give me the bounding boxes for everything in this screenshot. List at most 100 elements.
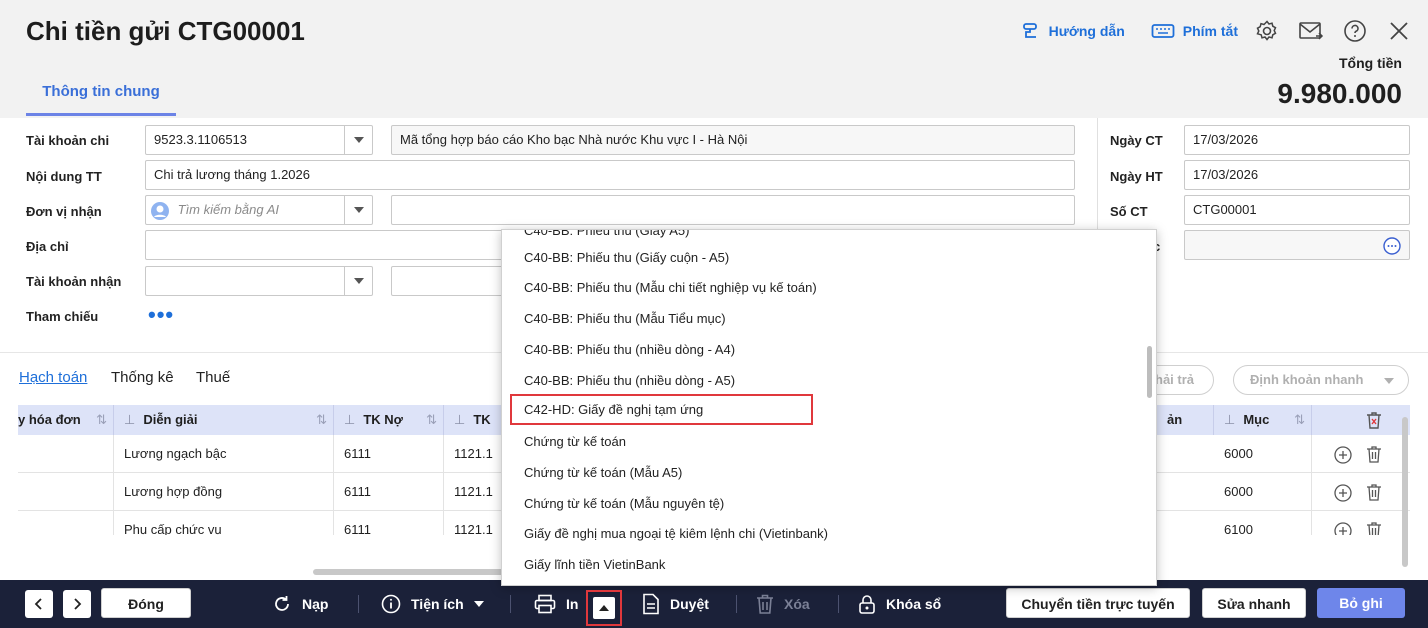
dropdown-item[interactable]: Giấy lĩnh tiền VietinBank bbox=[502, 549, 1142, 580]
chevron-down-icon bbox=[473, 601, 484, 607]
add-row-icon[interactable] bbox=[1334, 484, 1352, 502]
toolbar-divider bbox=[358, 595, 359, 613]
guide-label: Hướng dẫn bbox=[1048, 23, 1125, 39]
col-hoa-don[interactable]: y hóa đơn ⇅ bbox=[18, 405, 114, 435]
toolbar-divider bbox=[736, 595, 737, 613]
cell-muc: 6000 bbox=[1214, 473, 1312, 511]
horizontal-scrollbar[interactable] bbox=[313, 569, 513, 575]
dropdown-item[interactable]: C40-BB: Phiếu thu (nhiều dòng - A4) bbox=[502, 334, 1142, 365]
tai-khoan-nhan-input[interactable] bbox=[145, 266, 373, 296]
dropdown-item[interactable]: C40-BB: Phiếu thu (Giấy cuộn - A5) bbox=[502, 242, 1142, 273]
close-form-button[interactable]: Đóng bbox=[101, 588, 191, 618]
shortcut-link[interactable]: Phím tắt bbox=[1151, 22, 1238, 40]
chevron-left-icon bbox=[34, 598, 42, 610]
trash-icon[interactable] bbox=[1366, 445, 1382, 463]
cell-dien-giai: Lương hợp đồng bbox=[114, 473, 334, 511]
tab-thong-ke[interactable]: Thống kê bbox=[111, 369, 174, 386]
guide-link[interactable]: Hướng dẫn bbox=[1021, 21, 1125, 41]
cell-hoa-don bbox=[18, 435, 114, 473]
add-row-icon[interactable] bbox=[1334, 446, 1352, 464]
col-muc[interactable]: ⊥ Mục ⇅ bbox=[1214, 405, 1312, 435]
delete-button[interactable]: Xóa bbox=[756, 589, 810, 619]
print-template-dropdown: C40-BB: Phiếu thu (Giấy A5) C40-BB: Phiế… bbox=[501, 229, 1157, 586]
mail-icon bbox=[1299, 22, 1324, 40]
add-row-icon[interactable] bbox=[1334, 522, 1352, 535]
lock-book-button[interactable]: Khóa sổ bbox=[858, 589, 941, 619]
reload-button[interactable]: Nạp bbox=[272, 589, 328, 619]
print-label: In bbox=[566, 596, 579, 612]
col-dien-giai[interactable]: ⊥ Diễn giải ⇅ bbox=[114, 405, 334, 435]
next-button[interactable] bbox=[63, 590, 91, 618]
shortcut-label: Phím tắt bbox=[1182, 23, 1238, 39]
chevron-down-icon bbox=[353, 278, 364, 284]
don-vi-nhan-input[interactable]: Tìm kiếm bằng AI bbox=[145, 195, 373, 225]
prev-button[interactable] bbox=[25, 590, 53, 618]
print-options-toggle[interactable] bbox=[586, 590, 622, 626]
document-icon bbox=[643, 593, 659, 615]
approve-button[interactable]: Duyệt bbox=[642, 589, 709, 619]
noi-dung-input[interactable]: Chi trả lương tháng 1.2026 bbox=[145, 160, 1075, 190]
sort-icon: ⇅ bbox=[1294, 412, 1305, 427]
dropdown-scrollbar[interactable] bbox=[1147, 346, 1152, 398]
tham-chieu-more-icon[interactable]: ••• bbox=[148, 304, 174, 326]
col-tk-co[interactable]: ⊥TK C bbox=[444, 405, 504, 457]
unpost-button[interactable]: Bỏ ghi bbox=[1317, 588, 1405, 618]
trash-icon[interactable] bbox=[1366, 521, 1382, 535]
col-label: y hóa đơn bbox=[18, 412, 81, 427]
more-circle-icon[interactable] bbox=[1383, 237, 1401, 255]
tai-khoan-chi-desc: Mã tổng hợp báo cáo Kho bạc Nhà nước Khu… bbox=[391, 125, 1075, 155]
help-icon bbox=[1344, 20, 1366, 42]
col-label: Mục bbox=[1243, 412, 1270, 427]
dropdown-item[interactable]: Chứng từ kế toán (Mẫu A5) bbox=[502, 457, 1142, 488]
lookup-input[interactable] bbox=[1184, 230, 1410, 260]
quick-entry-button[interactable]: Định khoản nhanh bbox=[1233, 365, 1409, 395]
page-title: Chi tiền gửi CTG00001 bbox=[26, 16, 305, 46]
dropdown-item[interactable]: C40-BB: Phiếu thu (Mẫu Tiểu mục) bbox=[502, 303, 1142, 334]
trash-icon[interactable] bbox=[1366, 483, 1382, 501]
dropdown-item[interactable]: Chứng từ kế toán (Mẫu nguyên tệ) bbox=[502, 488, 1142, 519]
dropdown-item[interactable]: Chứng từ kế toán bbox=[502, 426, 1142, 457]
online-transfer-button[interactable]: Chuyển tiền trực tuyến bbox=[1006, 588, 1190, 618]
col-label: TK Nợ bbox=[363, 412, 403, 427]
delete-all-icon[interactable] bbox=[1366, 411, 1382, 429]
col-tk-no[interactable]: ⊥ TK Nợ ⇅ bbox=[334, 405, 444, 435]
pin-icon: ⊥ bbox=[344, 412, 356, 427]
so-ct-input[interactable]: CTG00001 bbox=[1184, 195, 1410, 225]
tab-general-info[interactable]: Thông tin chung bbox=[26, 76, 176, 116]
quick-edit-button[interactable]: Sửa nhanh bbox=[1202, 588, 1306, 618]
chevron-down-icon bbox=[1384, 378, 1394, 384]
mail-button[interactable] bbox=[1296, 16, 1326, 46]
tab-thue[interactable]: Thuế bbox=[196, 369, 230, 386]
dropdown-item[interactable]: C40-BB: Phiếu thu (nhiều dòng - A5) bbox=[502, 365, 1142, 396]
ngay-ct-label: Ngày CT bbox=[1110, 133, 1163, 148]
vertical-scrollbar[interactable] bbox=[1402, 417, 1408, 567]
dropdown-item[interactable]: C40-BB: Phiếu thu (Mẫu chi tiết nghiệp v… bbox=[502, 272, 1142, 303]
don-vi-nhan-name-input[interactable] bbox=[391, 195, 1075, 225]
utility-button[interactable]: Tiện ích bbox=[381, 589, 484, 619]
col-khoan[interactable]: ản bbox=[1156, 405, 1214, 435]
total-value: 9.980.000 bbox=[1277, 78, 1402, 109]
cell-dien-giai: Lương ngạch bậc bbox=[114, 435, 334, 473]
col-actions bbox=[1312, 405, 1410, 435]
don-vi-nhan-dropdown[interactable] bbox=[344, 195, 372, 225]
cell-dien-giai: Phụ cấp chức vụ bbox=[114, 511, 334, 535]
pin-icon: ⊥ bbox=[124, 412, 136, 427]
sort-icon: ⇅ bbox=[426, 412, 437, 427]
tai-khoan-chi-input[interactable]: 9523.3.1106513 bbox=[145, 125, 373, 155]
help-button[interactable] bbox=[1340, 16, 1370, 46]
tai-khoan-chi-dropdown[interactable] bbox=[344, 125, 372, 155]
settings-button[interactable] bbox=[1252, 16, 1282, 46]
so-ct-label: Số CT bbox=[1110, 204, 1148, 219]
ngay-ht-input[interactable]: 17/03/2026 bbox=[1184, 160, 1410, 190]
ngay-ht-value: 17/03/2026 bbox=[1193, 167, 1259, 182]
print-button[interactable]: In bbox=[534, 589, 578, 619]
close-button[interactable] bbox=[1384, 16, 1414, 46]
header-actions: Hướng dẫn Phím tắt bbox=[1021, 16, 1414, 46]
dropdown-item[interactable]: Giấy đề nghị mua ngoại tệ kiêm lệnh chi … bbox=[502, 518, 1142, 549]
ngay-ct-input[interactable]: 17/03/2026 bbox=[1184, 125, 1410, 155]
cell-muc: 6100 bbox=[1214, 511, 1312, 535]
dropdown-item-highlighted[interactable]: C42-HD: Giấy đề nghị tạm ứng bbox=[510, 394, 813, 425]
sort-icon: ⇅ bbox=[316, 412, 327, 427]
tab-hach-toan[interactable]: Hạch toán bbox=[19, 369, 87, 386]
tai-khoan-nhan-dropdown[interactable] bbox=[344, 266, 372, 296]
